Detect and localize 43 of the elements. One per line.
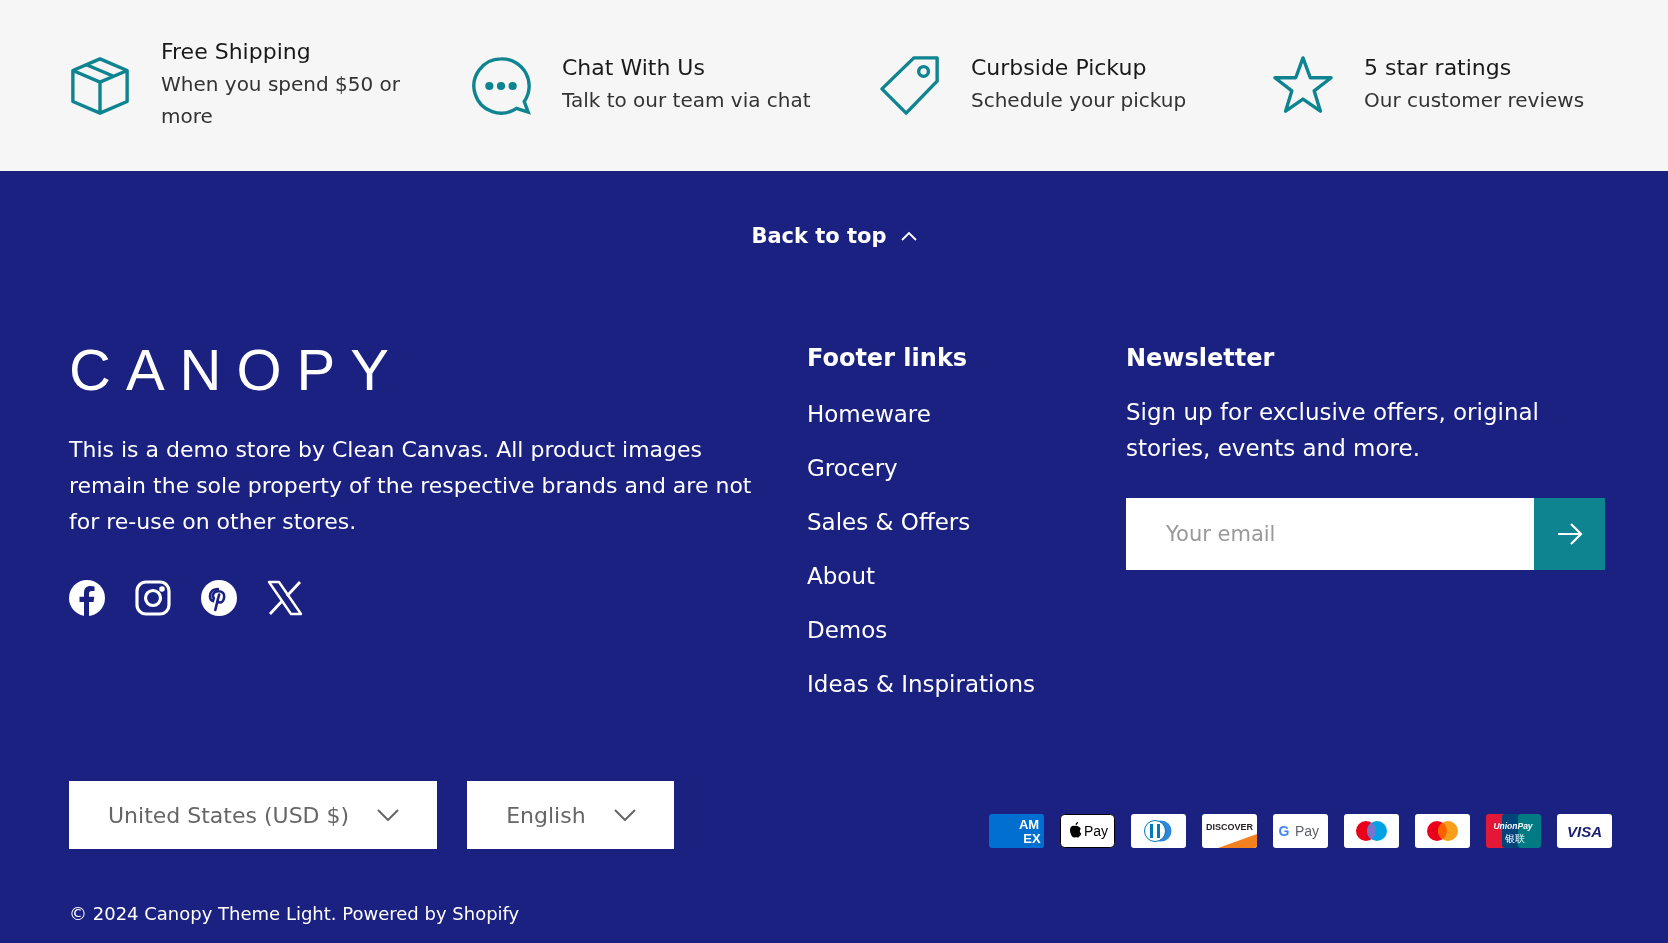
apple-pay-card-icon: Pay bbox=[1060, 814, 1115, 848]
visa-card-icon: VISA bbox=[1557, 814, 1612, 848]
feature-title: Free Shipping bbox=[161, 39, 312, 64]
chevron-down-icon bbox=[377, 809, 400, 821]
chevron-down-icon bbox=[613, 809, 636, 821]
footer-link[interactable]: Grocery bbox=[807, 452, 1126, 484]
mastercard-card-icon bbox=[1415, 814, 1470, 848]
feature-title: 5 star ratings bbox=[1364, 55, 1513, 80]
email-field[interactable]: Your email bbox=[1126, 498, 1534, 570]
amex-card-icon: AM EX bbox=[989, 814, 1044, 848]
x-logo-icon[interactable] bbox=[267, 580, 303, 616]
google-pay-card-icon: G Pay bbox=[1273, 814, 1328, 848]
instagram-icon[interactable] bbox=[135, 580, 171, 616]
chat-bubble-icon bbox=[470, 54, 532, 117]
feature-text: Schedule your pickup bbox=[971, 87, 1187, 114]
feature-text: Talk to our team via chat bbox=[562, 87, 811, 114]
footer-link[interactable]: Ideas & Inspirations bbox=[807, 668, 1126, 700]
newsletter-heading: Newsletter bbox=[1126, 344, 1276, 372]
caret-up-icon[interactable] bbox=[900, 231, 917, 241]
store-logo[interactable]: CANOPY bbox=[69, 340, 807, 400]
box-icon bbox=[69, 54, 131, 117]
discover-card-icon: DISCOVER bbox=[1202, 814, 1257, 848]
feature-text: Our customer reviews bbox=[1364, 87, 1585, 114]
footer-links-heading: Footer links bbox=[807, 344, 969, 372]
footer-link[interactable]: About bbox=[807, 560, 1126, 592]
feature-text: When you spend $50 or more bbox=[161, 71, 402, 130]
back-to-top-link[interactable]: Back to top bbox=[751, 224, 887, 248]
store-description: This is a demo store by Clean Canvas. All product images remain the sole property of the respective brands and are not for re-use on other stores. bbox=[69, 436, 753, 536]
footer-link[interactable]: Homeware bbox=[807, 398, 1126, 430]
maestro-card-icon bbox=[1344, 814, 1399, 848]
facebook-icon[interactable] bbox=[69, 580, 105, 616]
feature-title: Chat With Us bbox=[562, 55, 706, 80]
pinterest-icon[interactable] bbox=[201, 580, 237, 616]
footer-link[interactable]: Sales & Offers bbox=[807, 506, 1126, 538]
diners-card-icon bbox=[1131, 814, 1186, 848]
copyright-text: © 2024 Canopy Theme Light. Powered by Shopify bbox=[68, 902, 521, 924]
newsletter-text: Sign up for exclusive offers, original stories, events and more. bbox=[1126, 398, 1540, 463]
dropdown[interactable]: United States (USD $) bbox=[69, 781, 438, 849]
arrow-right-icon bbox=[1556, 523, 1583, 545]
tag-icon bbox=[879, 54, 941, 117]
dropdown[interactable]: English bbox=[467, 781, 674, 849]
footer-link[interactable]: Demos bbox=[807, 614, 1126, 646]
feature-title: Curbside Pickup bbox=[971, 55, 1148, 80]
